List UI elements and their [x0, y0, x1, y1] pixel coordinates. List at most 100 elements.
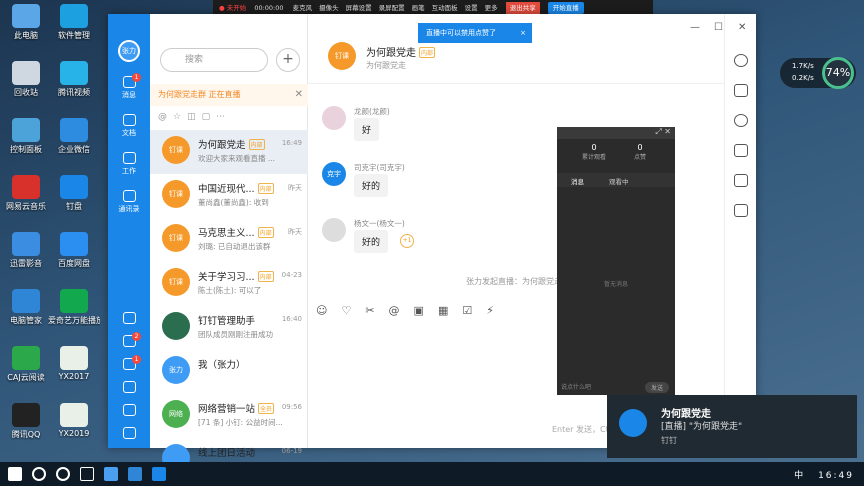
conversation-preview: 刘璐: 已自动退出该群 [198, 242, 271, 251]
toolbar-item[interactable]: 麦克风 [293, 4, 313, 12]
rail-label: 通讯录 [118, 205, 140, 213]
desktop-icon[interactable]: 控制面板 [0, 118, 52, 155]
message-avatar[interactable]: 克宇 [322, 162, 346, 186]
user-avatar[interactable]: 张力 [118, 40, 140, 62]
rail-item[interactable]: 通讯录 [108, 190, 150, 214]
conversation-item[interactable]: 网络 网络营销一站 全员 09:56 [71 条] 小钉: 公益时间... [150, 394, 308, 438]
app-icon [60, 403, 88, 427]
desktop-icon-label: 软件管理 [58, 31, 90, 40]
camera-icon[interactable] [734, 204, 748, 217]
desktop-icon[interactable]: 此电脑 [0, 4, 52, 41]
desktop-icon[interactable]: 钉盘 [48, 175, 100, 212]
search-icon[interactable] [32, 467, 46, 481]
add-button[interactable]: + [276, 48, 300, 72]
desktop-icon[interactable]: CAJ云阅读 [0, 346, 52, 383]
cortana-icon[interactable] [56, 467, 70, 481]
filter-icons[interactable]: @☆◫▢⋯ [158, 112, 304, 126]
desktop-icon[interactable]: 电脑管家 [0, 289, 52, 326]
conversation-item[interactable]: 钉课 关于学习习... 内部 04-23 陈土(陈土): 可以了 [150, 262, 308, 306]
conversation-item[interactable]: 钉钉管理助手 16:40 团队成员刚刚注册成功 [150, 306, 308, 350]
desktop-icon[interactable]: 腾讯视频 [48, 61, 100, 98]
more-icon[interactable] [734, 54, 748, 67]
toolbar-item[interactable]: 画笔 [412, 4, 425, 12]
toolbar-item[interactable]: 更多 [485, 4, 498, 12]
conversation-item[interactable]: 钉课 中国近现代... 内部 昨天 董尚鑫(董尚鑫): 收到 [150, 174, 308, 218]
start-live-button[interactable]: 开始直播 [547, 2, 584, 14]
task-view-icon[interactable] [80, 467, 94, 481]
panel-tabs: 消息 观看中 [557, 173, 675, 187]
close-icon[interactable]: ✕ [295, 84, 303, 106]
rail-tool[interactable] [108, 404, 150, 418]
rail-item[interactable]: 文档 [108, 114, 150, 138]
message-bubble[interactable]: 好的 [354, 230, 389, 253]
message-avatar[interactable] [322, 218, 346, 242]
desktop-icon[interactable]: 企业微信 [48, 118, 100, 155]
toolbar-item[interactable]: 录屏配置 [379, 4, 405, 12]
desktop-icon-label: 网易云音乐 [6, 202, 46, 211]
panel-send-button[interactable]: 发送 [644, 382, 669, 393]
app-icon-3[interactable] [152, 467, 166, 481]
windows-start-icon[interactable] [8, 467, 22, 481]
tip-close-icon[interactable]: × [520, 23, 526, 43]
app-icon [60, 4, 88, 28]
app-icon [12, 4, 40, 28]
tab-viewers[interactable]: 观看中 [609, 176, 629, 186]
desktop-icon[interactable]: 软件管理 [48, 4, 100, 41]
stop-share-button[interactable]: 退出共享 [505, 2, 540, 14]
live-tip: 直播中可以禁用点赞了 × [418, 23, 532, 43]
history-icon[interactable] [734, 114, 748, 127]
tip-text: 直播中可以禁用点赞了 [426, 29, 496, 37]
toolbar-item[interactable]: 设置 [465, 4, 478, 12]
announce-icon[interactable] [734, 174, 748, 187]
toolbar-item[interactable]: 屏幕设置 [346, 4, 372, 12]
message-avatar[interactable] [322, 106, 346, 130]
clock[interactable]: 16:49 [818, 471, 854, 481]
message-bubble[interactable]: 好 [354, 118, 380, 141]
desktop-icon[interactable]: 回收站 [0, 61, 52, 98]
rail-item[interactable]: 消息 1 [108, 73, 150, 100]
reaction-badge[interactable]: +1 [400, 234, 414, 248]
rail-label: 文档 [122, 129, 136, 137]
rail-label: 工作 [122, 167, 136, 175]
desktop-icon[interactable]: 迅雷影音 [0, 232, 52, 269]
desktop-icon[interactable]: 爱奇艺万能播放器 HD1280高清 [48, 289, 100, 326]
close-button[interactable]: ✕ [738, 22, 746, 33]
conversation-avatar: 钉课 [162, 180, 190, 208]
app-icon-1[interactable] [104, 467, 118, 481]
rail-tool[interactable] [108, 312, 150, 326]
live-banner[interactable]: 为何跟党走群 正在直播 ✕ [150, 84, 308, 106]
tab-messages[interactable]: 消息 [571, 176, 584, 186]
desktop-icon[interactable]: YX2019 [48, 403, 100, 438]
search-input[interactable]: 搜索 [160, 48, 268, 72]
conversation-item[interactable]: 钉课 马克思主义... 内部 昨天 刘璐: 已自动退出该群 [150, 218, 308, 262]
ime-indicator[interactable]: 中 [794, 471, 805, 481]
toast-notification[interactable]: 为何跟党走 [直播] "为何跟党走" 钉钉 [607, 395, 857, 458]
tool-icon [122, 427, 136, 439]
conversation-name: 中国近现代... 内部 [198, 183, 274, 195]
desktop-icon[interactable]: 百度网盘 [48, 232, 100, 269]
desktop-icon[interactable]: YX2017 [48, 346, 100, 381]
rail-tool[interactable]: 2 [108, 332, 150, 349]
toolbar-item[interactable]: 摄像头 [319, 4, 339, 12]
rail-tool[interactable] [108, 427, 150, 441]
desktop-icon[interactable]: 腾讯QQ [0, 403, 52, 440]
rail-tool[interactable]: 1 [108, 355, 150, 372]
panel-input[interactable]: 说点什么吧 [561, 382, 591, 391]
toolbar-item[interactable]: 互动面板 [432, 4, 458, 12]
message-bubble[interactable]: 好的 [354, 174, 389, 197]
desktop-icon[interactable]: 网易云音乐 [0, 175, 52, 212]
conversation-avatar: 钉课 [162, 224, 190, 252]
maximize-button[interactable]: ☐ [714, 22, 723, 33]
minimize-button[interactable]: — [690, 22, 700, 33]
conversation-item[interactable]: 张力 我（张力） [150, 350, 308, 394]
add-member-icon[interactable] [734, 84, 748, 97]
folder-icon[interactable] [734, 144, 748, 157]
panel-titlebar: ⤢ ✕ [557, 127, 675, 139]
rail-tool[interactable] [108, 381, 150, 395]
conversation-avatar: 张力 [162, 356, 190, 384]
conversation-item[interactable]: 钉课 为何跟党走 内部 16:49 欢迎大家来观看直播 ... [150, 130, 308, 174]
conversation-preview: [71 条] 小钉: 公益时间... [198, 418, 283, 427]
rail-item[interactable]: 工作 [108, 152, 150, 176]
chat-avatar[interactable]: 钉课 [328, 42, 356, 70]
app-icon-2[interactable] [128, 467, 142, 481]
